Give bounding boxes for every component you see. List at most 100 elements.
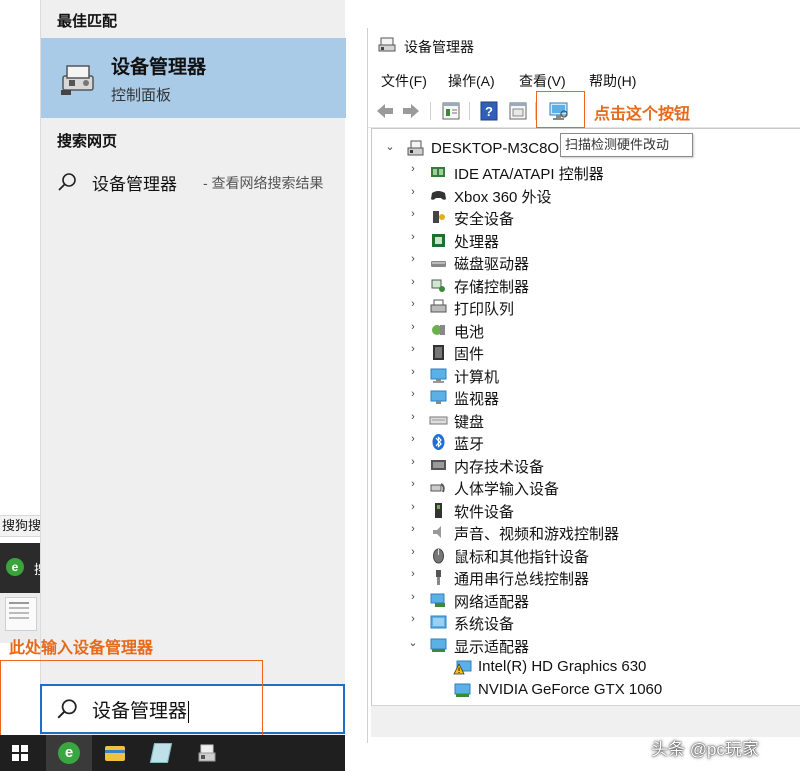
tree-category[interactable]: › Xbox 360 外设	[372, 184, 800, 206]
taskbar-ie-button[interactable]: e	[46, 735, 92, 771]
tree-category-label: 电池	[454, 323, 485, 341]
background-window-item[interactable]: e 搜	[0, 543, 47, 593]
device-manager-icon	[198, 744, 216, 762]
expand-chevron-icon[interactable]: ›	[407, 478, 419, 490]
tree-category[interactable]: › 软件设备	[372, 499, 800, 521]
tree-category[interactable]: › 系统设备	[372, 611, 800, 633]
taskbar-search-input[interactable]: 设备管理器	[40, 684, 345, 734]
menu-file[interactable]: 文件(F)	[381, 71, 427, 91]
tree-category[interactable]: › 蓝牙	[372, 431, 800, 453]
tree-category-label: 固件	[454, 346, 485, 363]
tree-category[interactable]: › 网络适配器	[372, 589, 800, 611]
back-arrow-icon[interactable]	[374, 100, 396, 122]
expand-chevron-icon[interactable]: ›	[407, 253, 419, 265]
network-icon	[430, 593, 445, 607]
tree-category[interactable]: › 键盘	[372, 409, 800, 431]
tree-category[interactable]: › 内存技术设备	[372, 454, 800, 476]
expand-chevron-icon[interactable]: ›	[407, 613, 419, 625]
taskbar-device-manager-button[interactable]	[184, 735, 230, 771]
view-icon[interactable]	[507, 100, 529, 122]
tree-category[interactable]: › 声音、视频和游戏控制器	[372, 521, 800, 543]
thumbnail-preview	[5, 597, 37, 631]
svg-text:?: ?	[485, 104, 493, 119]
forward-arrow-icon[interactable]	[400, 100, 422, 122]
tree-device[interactable]: NVIDIA GeForce GTX 1060	[372, 679, 800, 701]
collapse-chevron-icon[interactable]: ⌄	[407, 636, 419, 649]
tree-category[interactable]: › 计算机	[372, 364, 800, 386]
start-button[interactable]	[0, 735, 46, 771]
tree-category[interactable]: › 鼠标和其他指针设备	[372, 544, 800, 566]
start-search-panel: 最佳匹配 设备管理器 控制面板 搜索网页 设备管理器 - 查看网络搜索结果	[40, 0, 346, 735]
expand-chevron-icon[interactable]: ›	[407, 276, 419, 288]
expand-chevron-icon[interactable]: ›	[407, 366, 419, 378]
tree-category-label: 网络适配器	[454, 593, 530, 611]
toolbar-separator	[430, 102, 431, 120]
tree-category-label: 人体学输入设备	[454, 481, 560, 498]
tree-category-label: 监视器	[454, 391, 500, 408]
mouse-icon	[433, 548, 444, 563]
tree-category-label: 蓝牙	[454, 436, 485, 453]
search-icon	[57, 699, 77, 719]
cpu-icon	[432, 233, 445, 247]
tree-category[interactable]: › 存储控制器	[372, 274, 800, 296]
taskbar-file-explorer-button[interactable]	[92, 735, 138, 771]
web-search-result[interactable]: 设备管理器 - 查看网络搜索结果	[41, 164, 346, 200]
tree-category-label: 键盘	[454, 413, 485, 431]
expand-chevron-icon[interactable]: ›	[407, 298, 419, 310]
tree-category[interactable]: › 处理器	[372, 229, 800, 251]
system-icon	[430, 615, 447, 629]
best-match-result[interactable]: 设备管理器 控制面板	[41, 38, 346, 118]
menu-action[interactable]: 操作(A)	[448, 71, 495, 91]
expand-chevron-icon[interactable]: ›	[407, 501, 419, 513]
expand-chevron-icon[interactable]: ›	[407, 568, 419, 580]
background-window-strip: 搜狗搜 e 搜	[0, 0, 47, 735]
expand-chevron-icon[interactable]: ›	[407, 433, 419, 445]
tree-category[interactable]: › 人体学输入设备	[372, 476, 800, 498]
expand-chevron-icon[interactable]: ›	[407, 321, 419, 333]
tree-category-label: IDE ATA/ATAPI 控制器	[454, 166, 604, 183]
taskbar-notes-button[interactable]	[138, 735, 184, 771]
tree-category[interactable]: › 磁盘驱动器	[372, 251, 800, 273]
tree-category[interactable]: › 固件	[372, 341, 800, 363]
web-result-subtitle: - 查看网络搜索结果	[203, 175, 324, 191]
firmware-icon	[433, 345, 444, 360]
web-search-heading: 搜索网页	[57, 133, 118, 150]
tree-device[interactable]: Intel(R) HD Graphics 630	[372, 656, 800, 678]
annotation-click-hint: 点击这个按钮	[594, 106, 691, 123]
best-match-title: 设备管理器	[111, 57, 207, 78]
tree-category[interactable]: › 监视器	[372, 386, 800, 408]
help-icon[interactable]: ?	[478, 100, 500, 122]
expand-chevron-icon[interactable]: ›	[407, 523, 419, 535]
scan-hardware-icon[interactable]	[548, 100, 570, 122]
tree-category[interactable]: › 打印队列	[372, 296, 800, 318]
expand-chevron-icon[interactable]: ›	[407, 388, 419, 400]
expand-chevron-icon[interactable]: ›	[407, 186, 419, 198]
device-manager-icon	[61, 65, 94, 95]
expand-chevron-icon[interactable]: ›	[407, 591, 419, 603]
expand-chevron-icon[interactable]: ›	[407, 546, 419, 558]
expand-chevron-icon[interactable]: ›	[407, 343, 419, 355]
web-result-title: 设备管理器	[92, 175, 177, 194]
tree-category[interactable]: › 电池	[372, 319, 800, 341]
annotation-input-hint: 此处输入设备管理器	[9, 640, 154, 657]
tree-category[interactable]: ⌄ 显示适配器	[372, 634, 800, 656]
expand-chevron-icon[interactable]: ›	[407, 411, 419, 423]
best-match-subtitle: 控制面板	[111, 87, 172, 104]
expand-chevron-icon[interactable]: ›	[407, 456, 419, 468]
tree-category-label: Xbox 360 外设	[454, 188, 552, 206]
expand-chevron-icon[interactable]: ›	[407, 231, 419, 243]
display-icon	[430, 638, 447, 652]
properties-icon[interactable]	[440, 100, 462, 122]
tree-category[interactable]: › 通用串行总线控制器	[372, 566, 800, 588]
expand-chevron-icon[interactable]: ›	[407, 163, 419, 175]
tree-category[interactable]: › 安全设备	[372, 206, 800, 228]
expand-chevron-icon[interactable]: ›	[407, 208, 419, 220]
tree-category[interactable]: › IDE ATA/ATAPI 控制器	[372, 161, 800, 183]
menu-view[interactable]: 查看(V)	[519, 71, 566, 91]
tree-category-label: 计算机	[454, 368, 500, 386]
printer-icon	[430, 299, 447, 313]
menu-help[interactable]: 帮助(H)	[589, 71, 636, 91]
collapse-chevron-icon[interactable]: ⌄	[384, 140, 396, 153]
notes-icon	[149, 743, 173, 763]
bluetooth-icon	[432, 434, 445, 450]
